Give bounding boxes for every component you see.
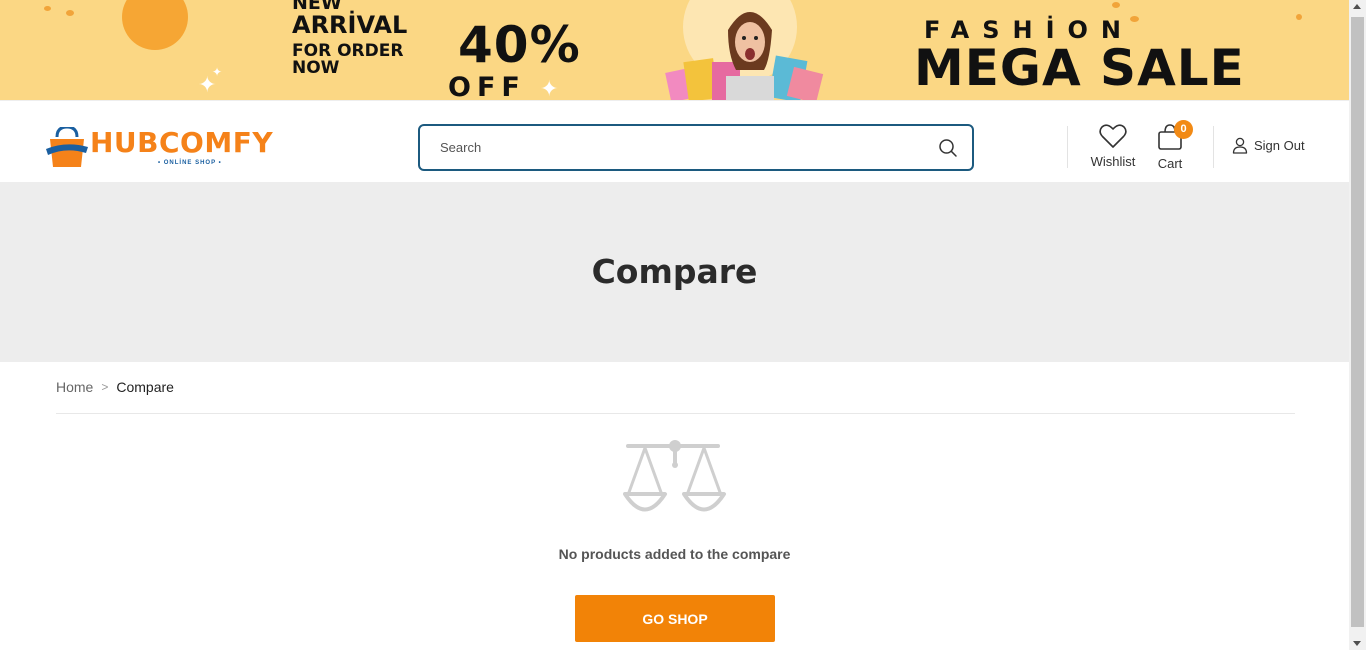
heart-icon: [1099, 124, 1127, 148]
banner-off: OFF: [448, 72, 526, 100]
page-title-band: Compare: [0, 182, 1349, 362]
sparkle-icon: ✦: [212, 65, 223, 79]
breadcrumb: Home > Compare: [56, 379, 174, 395]
promo-banner[interactable]: ✦ ✦ ✦ NEW ARRİVAL FOR ORDER NOW 40% OFF …: [0, 0, 1349, 100]
header-divider: [1213, 126, 1214, 168]
cart-count-badge: 0: [1174, 120, 1193, 139]
header-divider: [1067, 126, 1068, 168]
wishlist-label: Wishlist: [1090, 154, 1136, 169]
banner-shopper-image: [664, 0, 836, 100]
scrollbar-thumb[interactable]: [1351, 17, 1364, 627]
search-input[interactable]: [440, 126, 930, 169]
shopping-bag-icon: [46, 127, 88, 167]
banner-sun-shape: [122, 0, 188, 50]
banner-dot: [66, 10, 74, 16]
chevron-right-icon: >: [101, 380, 109, 394]
divider: [56, 413, 1295, 414]
empty-compare-message: No products added to the compare: [558, 546, 791, 562]
page-title: Compare: [591, 252, 758, 291]
banner-dot: [44, 6, 51, 11]
banner-dot: [1296, 14, 1302, 20]
compare-scale-icon: [623, 440, 726, 512]
sign-out-label: Sign Out: [1254, 138, 1305, 153]
scroll-down-arrow-icon[interactable]: [1353, 641, 1361, 646]
banner-now: NOW: [292, 58, 340, 78]
banner-discount: 40%: [458, 16, 581, 74]
sparkle-icon: ✦: [540, 76, 559, 100]
site-header: HUBCOMFY • ONLİNE SHOP • Wishlist Cart: [0, 100, 1349, 182]
go-shop-button[interactable]: GO SHOP: [575, 595, 775, 642]
scroll-up-arrow-icon[interactable]: [1353, 4, 1361, 9]
cart-label: Cart: [1157, 156, 1183, 171]
banner-dot: [1112, 2, 1120, 8]
search-icon[interactable]: [938, 138, 958, 158]
user-icon: [1232, 137, 1248, 154]
site-logo[interactable]: HUBCOMFY • ONLİNE SHOP •: [46, 125, 296, 171]
banner-mega-sale: MEGA SALE: [914, 39, 1245, 97]
banner-arrival-text: NEW ARRİVAL FOR ORDER NOW: [292, 0, 407, 77]
breadcrumb-home[interactable]: Home: [56, 379, 93, 395]
banner-arrival: ARRİVAL: [292, 11, 408, 39]
page-scrollbar[interactable]: [1349, 0, 1366, 650]
logo-tagline: • ONLİNE SHOP •: [158, 160, 222, 166]
wishlist-link[interactable]: Wishlist: [1090, 123, 1136, 169]
logo-text: HUBCOMFY: [90, 126, 274, 159]
sign-out-link[interactable]: Sign Out: [1232, 137, 1305, 154]
breadcrumb-current: Compare: [116, 379, 174, 395]
search-box: [418, 124, 974, 171]
